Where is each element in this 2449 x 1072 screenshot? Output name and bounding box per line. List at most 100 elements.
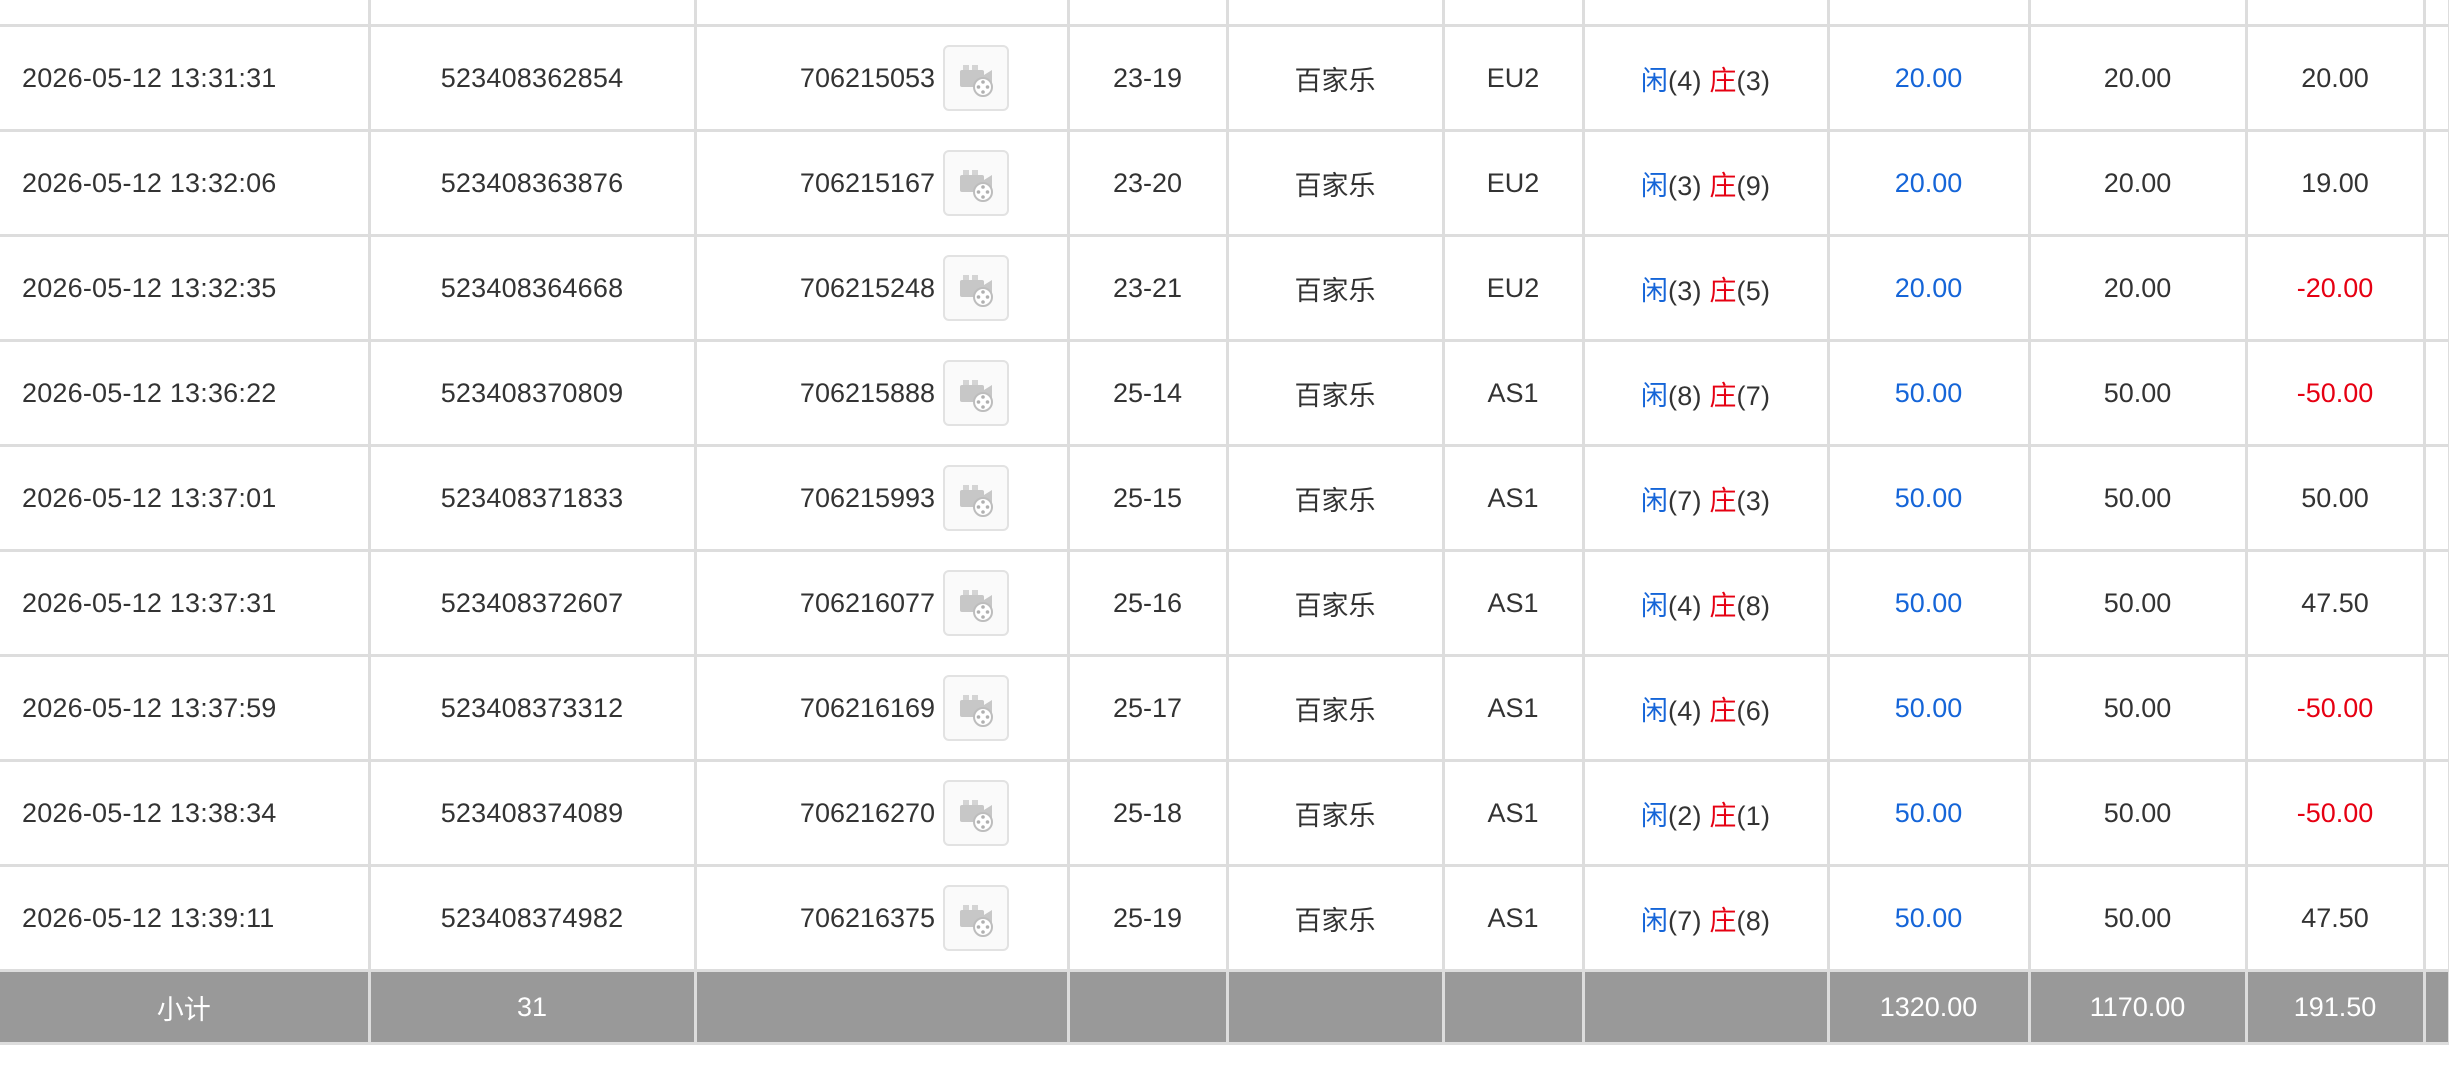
round-number: 706216270 bbox=[799, 797, 936, 828]
table-row-partial bbox=[0, 0, 2449, 27]
bet-amount[interactable]: 50.00 bbox=[1826, 444, 2031, 552]
table-code: AS1 bbox=[1441, 549, 1585, 657]
shoe-hand: 25-14 bbox=[1066, 339, 1229, 447]
round-number: 706216375 bbox=[799, 902, 936, 933]
bet-amount[interactable]: 50.00 bbox=[1826, 339, 2031, 447]
game-type: 百家乐 bbox=[1225, 339, 1445, 447]
player-label: 闲 bbox=[1640, 65, 1669, 96]
bet-number: 523408371833 bbox=[367, 444, 697, 552]
player-label: 闲 bbox=[1640, 590, 1669, 621]
player-points: (4) bbox=[1668, 590, 1702, 621]
valid-bet-amount: 20.00 bbox=[2027, 24, 2248, 132]
player-label: 闲 bbox=[1640, 695, 1669, 726]
win-loss: 20.00 bbox=[2244, 24, 2426, 132]
valid-bet-amount: 50.00 bbox=[2027, 444, 2248, 552]
bet-time: 2026-05-12 13:31:31 bbox=[0, 24, 371, 132]
game-type: 百家乐 bbox=[1225, 129, 1445, 237]
win-loss: -50.00 bbox=[2244, 759, 2426, 867]
bet-time: 2026-05-12 13:32:06 bbox=[0, 129, 371, 237]
valid-bet-amount: 50.00 bbox=[2027, 654, 2248, 762]
bet-amount[interactable]: 50.00 bbox=[1826, 864, 2031, 972]
table-code: AS1 bbox=[1441, 759, 1585, 867]
video-replay-icon[interactable] bbox=[943, 150, 1010, 216]
valid-bet-amount: 20.00 bbox=[2027, 129, 2248, 237]
game-result: 闲(4) 庄(8) bbox=[1581, 549, 1830, 657]
valid-bet-amount: 50.00 bbox=[2027, 759, 2248, 867]
video-replay-icon[interactable] bbox=[943, 360, 1010, 426]
round-number: 706216077 bbox=[799, 587, 936, 618]
subtotal-valid-amount: 1170.00 bbox=[2027, 969, 2248, 1045]
bet-amount[interactable]: 50.00 bbox=[1826, 549, 2031, 657]
banker-points: (3) bbox=[1736, 485, 1771, 516]
subtotal-win-loss: 191.50 bbox=[2244, 969, 2426, 1045]
game-result: 闲(2) 庄(1) bbox=[1581, 759, 1830, 867]
round-cell: 706215248 bbox=[693, 234, 1070, 342]
win-loss: -50.00 bbox=[2244, 654, 2426, 762]
win-loss: 47.50 bbox=[2244, 549, 2426, 657]
bet-number: 523408373312 bbox=[367, 654, 697, 762]
video-replay-icon[interactable] bbox=[943, 675, 1010, 741]
round-number: 706216169 bbox=[799, 692, 936, 723]
shoe-hand: 25-19 bbox=[1066, 864, 1229, 972]
round-cell: 706216375 bbox=[693, 864, 1070, 972]
video-replay-icon[interactable] bbox=[943, 570, 1010, 636]
video-replay-icon[interactable] bbox=[943, 465, 1010, 531]
round-cell: 706216169 bbox=[693, 654, 1070, 762]
banker-points: (8) bbox=[1736, 905, 1771, 936]
banker-points: (3) bbox=[1736, 65, 1771, 96]
extra-column bbox=[2422, 654, 2449, 762]
banker-points: (7) bbox=[1736, 380, 1771, 411]
bet-number: 523408372607 bbox=[367, 549, 697, 657]
valid-bet-amount: 50.00 bbox=[2027, 864, 2248, 972]
bet-amount[interactable]: 50.00 bbox=[1826, 759, 2031, 867]
game-type: 百家乐 bbox=[1225, 759, 1445, 867]
bet-time: 2026-05-12 13:36:22 bbox=[0, 339, 371, 447]
round-cell: 706215167 bbox=[693, 129, 1070, 237]
round-cell: 706215053 bbox=[693, 24, 1070, 132]
banker-label: 庄 bbox=[1709, 800, 1737, 831]
shoe-hand: 25-18 bbox=[1066, 759, 1229, 867]
shoe-hand: 23-21 bbox=[1066, 234, 1229, 342]
bet-amount[interactable]: 50.00 bbox=[1826, 654, 2031, 762]
round-number: 706215888 bbox=[799, 377, 936, 408]
player-label: 闲 bbox=[1640, 905, 1669, 936]
win-loss: 47.50 bbox=[2244, 864, 2426, 972]
subtotal-bet-amount: 1320.00 bbox=[1826, 969, 2031, 1045]
extra-column bbox=[2422, 444, 2449, 552]
player-label: 闲 bbox=[1640, 380, 1669, 411]
win-loss: -20.00 bbox=[2244, 234, 2426, 342]
player-points: (3) bbox=[1668, 275, 1702, 306]
video-replay-icon[interactable] bbox=[943, 780, 1010, 846]
subtotal-label: 小计 bbox=[0, 969, 371, 1045]
banker-points: (5) bbox=[1736, 275, 1771, 306]
bet-time: 2026-05-12 13:32:35 bbox=[0, 234, 371, 342]
shoe-hand: 25-16 bbox=[1066, 549, 1229, 657]
extra-column bbox=[2422, 864, 2449, 972]
bet-number: 523408374982 bbox=[367, 864, 697, 972]
table-code: EU2 bbox=[1441, 24, 1585, 132]
video-replay-icon[interactable] bbox=[943, 255, 1010, 321]
extra-column bbox=[2422, 129, 2449, 237]
bet-records-table: 2026-05-12 13:31:31 523408362854 7062150… bbox=[0, 0, 2449, 1045]
bet-time: 2026-05-12 13:37:01 bbox=[0, 444, 371, 552]
game-type: 百家乐 bbox=[1225, 234, 1445, 342]
bet-amount[interactable]: 20.00 bbox=[1826, 24, 2031, 132]
banker-label: 庄 bbox=[1709, 65, 1737, 96]
video-replay-icon[interactable] bbox=[943, 45, 1010, 111]
bet-amount[interactable]: 20.00 bbox=[1826, 234, 2031, 342]
game-type: 百家乐 bbox=[1225, 864, 1445, 972]
player-points: (3) bbox=[1668, 170, 1702, 201]
shoe-hand: 25-17 bbox=[1066, 654, 1229, 762]
bet-number: 523408364668 bbox=[367, 234, 697, 342]
bet-amount[interactable]: 20.00 bbox=[1826, 129, 2031, 237]
round-cell: 706216270 bbox=[693, 759, 1070, 867]
table-row: 2026-05-12 13:39:11 523408374982 7062163… bbox=[0, 864, 2449, 972]
player-points: (7) bbox=[1668, 905, 1702, 936]
player-label: 闲 bbox=[1640, 485, 1669, 516]
shoe-hand: 25-15 bbox=[1066, 444, 1229, 552]
extra-column bbox=[2422, 24, 2449, 132]
player-points: (4) bbox=[1668, 65, 1702, 96]
win-loss: 50.00 bbox=[2244, 444, 2426, 552]
video-replay-icon[interactable] bbox=[943, 885, 1010, 951]
table-code: AS1 bbox=[1441, 654, 1585, 762]
